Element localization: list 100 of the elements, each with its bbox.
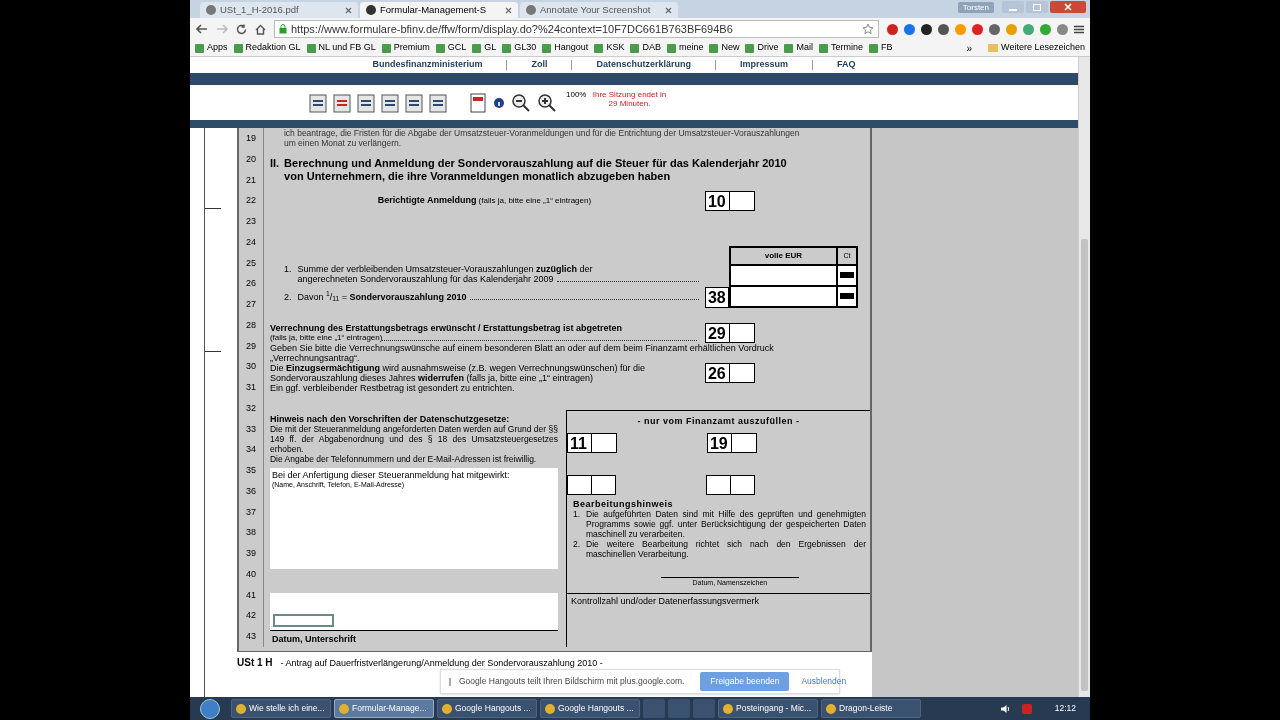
browser-tab[interactable]: Annotate Your Screenshot [520,2,678,18]
app-icon [723,703,733,714]
bookmark[interactable]: GL30 [502,41,537,55]
bookmark[interactable]: Mail [784,41,813,55]
line-number: 28 [244,318,257,332]
intro-text: um einen Monat zu verlängern. [283,138,403,148]
bookmark[interactable]: Hangout [542,41,589,55]
line-number: 40 [244,567,257,581]
item-text: Davon $^{1}$/$_{11}$ = Sondervorauszahlung 2010 [297,291,467,302]
taskbar-button[interactable]: Google Hangouts ... [540,699,640,718]
line-number: 43 [244,630,257,643]
document-icon[interactable] [404,91,424,114]
taskbar-button[interactable]: Formular-Manage... [334,699,434,718]
bookmark[interactable]: GCL [435,41,467,55]
notice-text: Die mit der Steueranmeldung angeforderten Daten werden auf Grund der §§ 149 ff. der Abgabenordnung und des § 18 des Umsatzsteuergesetzes erhoben. [269,423,558,454]
bookmark[interactable]: DAB [630,41,661,55]
nav-link[interactable]: Zoll [521,58,558,72]
nav-link[interactable]: Bundesfinanzministerium [362,58,493,72]
tab-title: Formular-Management-S [380,2,488,17]
bookmark[interactable]: KSK [594,41,625,55]
nav-link[interactable]: Impressum [730,58,799,72]
bookmark[interactable]: Apps [195,41,228,55]
field-label: Berichtigte Anmeldung (falls ja, bitte eine „1“ eintragen) [377,196,592,206]
signature-label: Datum, Unterschrift [270,633,357,644]
line-number: 27 [244,298,257,311]
date-input[interactable] [272,613,334,627]
drag-handle-icon [449,677,451,686]
bookmark[interactable]: Premium [381,41,430,55]
field-number: 38 [704,286,729,308]
star-icon[interactable] [862,23,874,35]
speaker-icon[interactable] [999,703,1011,714]
line-number: 31 [244,381,257,394]
bookmark[interactable]: meine [666,41,704,55]
line-number: 37 [244,505,257,519]
line-number: 39 [244,547,257,560]
address-field[interactable]: https://www.formulare-bfinv.de/ffw/form/display.do?%24context=10F7DC661B763BF694B6 [274,20,879,38]
bookmark[interactable]: Drive [745,41,779,55]
zoom-in-icon[interactable] [536,91,558,114]
line-number: 35 [244,464,257,477]
bookmark[interactable]: Redaktion GL [233,41,301,55]
extension-icon[interactable] [938,23,949,35]
taskbar-button[interactable]: Wie stelle ich eine... [231,699,331,718]
bookmark-folder[interactable]: Weitere Lesezeichen [988,41,1085,55]
line-number: 25 [244,256,257,270]
bookmark-icon [630,43,640,53]
scrollbar[interactable] [1078,57,1090,697]
taskbar-button[interactable]: Posteingang - Mic... [718,699,818,718]
field-number: 11 [567,433,592,452]
extension-icon[interactable] [921,23,932,35]
panel-title: - nur vom Finanzamt auszufüllen - [636,414,801,426]
browser-tab[interactable]: USt_1_H-2016.pdf [200,2,358,18]
browser-tab[interactable]: Formular-Management-S [360,2,518,18]
taskbar-button[interactable]: Dragon-Leiste [821,699,921,718]
taskbar-button[interactable]: Google Hangouts ... [437,699,537,718]
panel-heading: Bearbeitungshinweis [571,498,674,509]
dismiss-button[interactable]: Ausblenden [797,675,851,688]
app-icon [236,703,246,714]
line-number: 30 [244,360,257,374]
back-icon[interactable] [196,24,208,34]
nav-link[interactable]: FAQ [827,58,866,72]
input-field[interactable] [705,474,755,495]
notification-text: Google Hangouts teilt Ihren Bildschirm mit plus.google.com. [459,675,685,688]
menu-icon[interactable] [1074,24,1084,34]
page-icon [206,5,216,15]
bookmark[interactable]: Termine [818,41,863,55]
form-title: - Antrag auf Dauerfristverlängerung/Anmeldung der Sondervorauszahlung 2010 - [280,656,603,670]
info-icon[interactable] [492,95,506,110]
tab-title: Annotate Your Screenshot [540,2,652,17]
line-number: 23 [244,215,257,228]
section-title: von Unternehmern, die ihre Voranmeldungen monatlich abzugeben haben [284,169,672,183]
item-number: 2. [283,291,292,302]
line-number: 20 [244,152,257,166]
bookmark-icon [306,43,316,53]
column-header: volle EUR [728,245,836,266]
field-label: Bei der Anfertigung dieser Steueranmeldung hat mitgewirkt: [271,469,511,480]
bookmark[interactable]: NL und FB GL [306,41,376,55]
bookmark[interactable]: FB [869,41,893,55]
start-button[interactable] [200,698,220,719]
bookmark-icon [709,43,719,53]
reload-icon[interactable] [236,23,247,35]
overflow-button[interactable]: » [966,40,973,56]
bookmark[interactable]: New [709,41,740,55]
bookmark-icon [666,43,676,53]
zoom-out-icon[interactable] [510,91,532,114]
clock[interactable]: 12:12 [1054,702,1076,715]
app-icon [442,703,452,714]
app-icon [545,703,555,714]
nav-link[interactable]: Datenschutzerklärung [586,58,701,72]
bookmark-icon [745,43,755,53]
line-number: 41 [244,588,257,602]
field-label: Verrechnung des Erstattungsbetrags erwünscht / Erstattungsbetrag ist abgetreten [269,322,623,333]
bookmark-icon [472,43,482,53]
input-field[interactable] [566,474,616,495]
folder-icon [988,44,999,52]
lock-icon [279,24,287,34]
input-field[interactable] [728,265,836,287]
bookmark[interactable]: GL [472,41,497,55]
bookmark-icon [502,43,512,53]
field-note: Ein ggf. verbleibender Restbetrag ist gesondert zu entrichten. [269,382,516,393]
field-number: 10 [705,191,730,210]
